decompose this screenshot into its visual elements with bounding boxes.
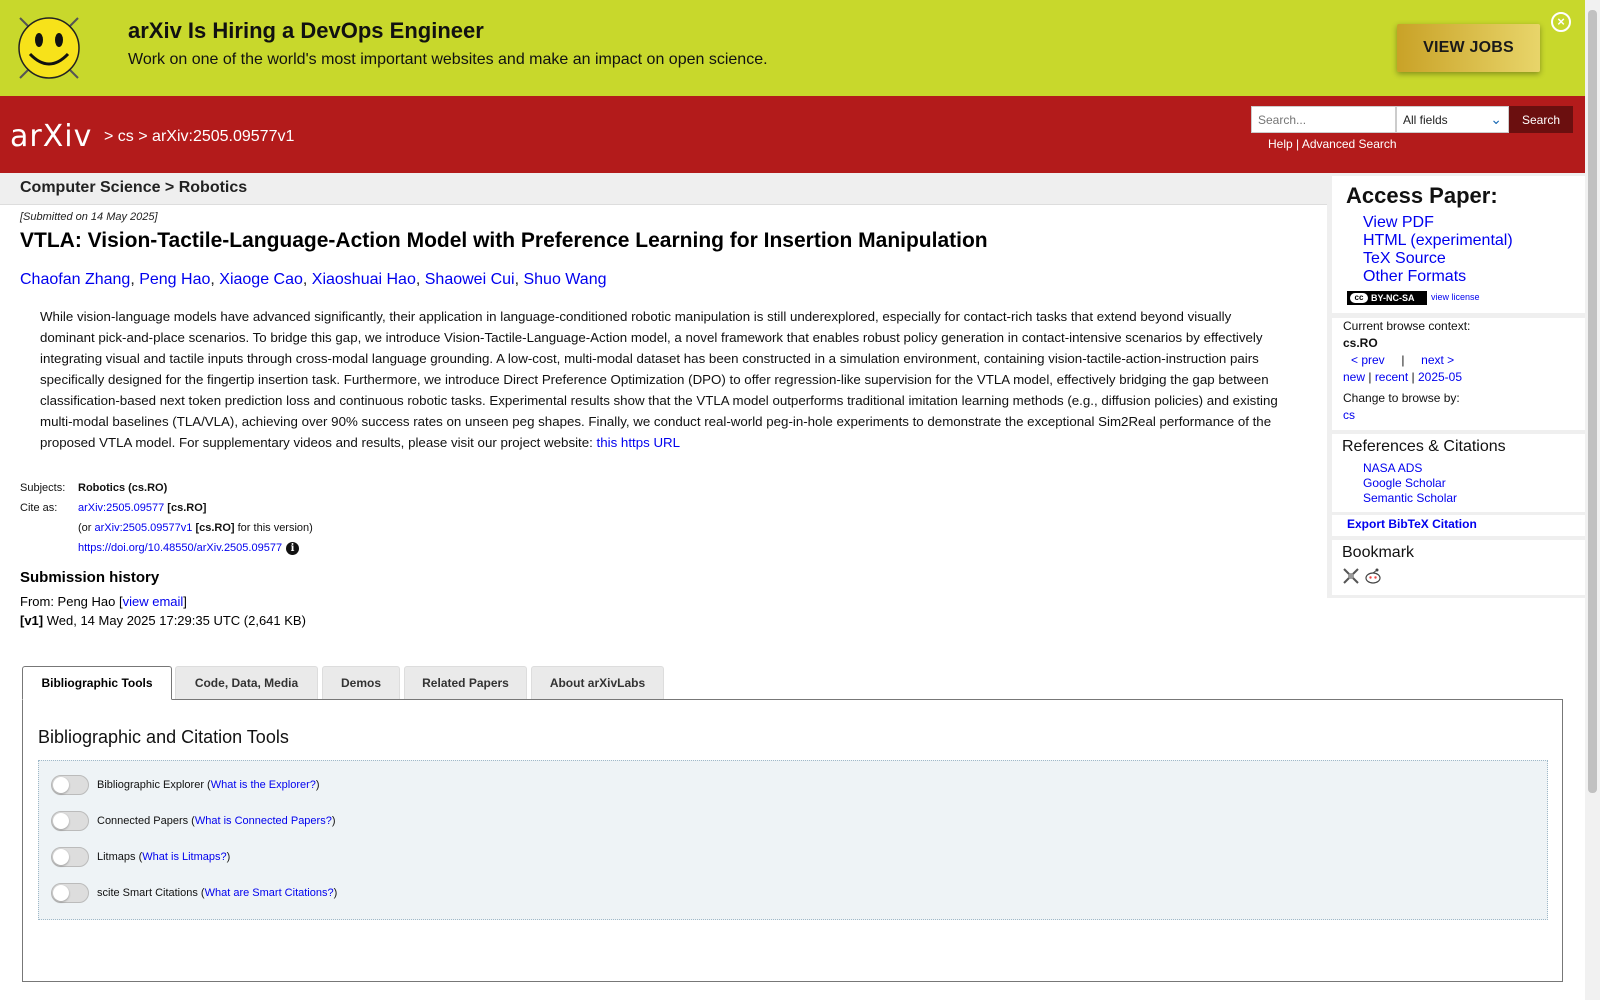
tool-row-scite: scite Smart Citations (What are Smart Ci… — [51, 883, 337, 903]
what-is-litmaps-link[interactable]: What is Litmaps? — [142, 851, 226, 863]
semantic-scholar-link[interactable]: Semantic Scholar — [1363, 491, 1457, 506]
help-link[interactable]: Help — [1268, 137, 1293, 151]
toggle-switch[interactable] — [51, 775, 89, 795]
submission-from: From: Peng Hao [view email] — [20, 594, 187, 609]
tab-demos[interactable]: Demos — [322, 666, 400, 699]
arxiv-logo[interactable]: arXiv — [10, 118, 100, 156]
banner-subtitle: Work on one of the world's most importan… — [128, 51, 768, 68]
references-links: NASA ADS Google Scholar Semantic Scholar — [1363, 461, 1457, 506]
submission-history-heading: Submission history — [20, 569, 160, 586]
panel-title: Bibliographic and Citation Tools — [38, 727, 289, 747]
tab-about-arxivlabs[interactable]: About arXivLabs — [531, 666, 664, 699]
tex-source-link[interactable]: TeX Source — [1363, 250, 1513, 268]
view-email-link[interactable]: view email — [123, 594, 184, 609]
tab-code-data-media[interactable]: Code, Data, Media — [175, 666, 318, 699]
references-heading: References & Citations — [1342, 438, 1506, 455]
reddit-icon[interactable] — [1364, 567, 1382, 585]
month-link[interactable]: 2025-05 — [1418, 370, 1462, 384]
browse-cs-link[interactable]: cs — [1343, 408, 1355, 422]
google-scholar-link[interactable]: Google Scholar — [1363, 476, 1457, 491]
search-field-select[interactable]: All fields ⌄ — [1396, 106, 1509, 133]
access-paper-heading: Access Paper: — [1346, 183, 1498, 208]
toggle-switch[interactable] — [51, 883, 89, 903]
subjects-value: Robotics (cs.RO) — [78, 482, 168, 494]
view-license-link[interactable]: view license — [1431, 292, 1480, 302]
advanced-search-link[interactable]: Advanced Search — [1302, 137, 1397, 151]
tool-row-explorer: Bibliographic Explorer (What is the Expl… — [51, 775, 320, 795]
version-entry: [v1] Wed, 14 May 2025 17:29:35 UTC (2,64… — [20, 613, 306, 628]
paper-title: VTLA: Vision-Tactile-Language-Action Mod… — [20, 229, 988, 252]
cite-version-link[interactable]: arXiv:2505.09577v1 — [95, 522, 193, 534]
info-icon[interactable]: i — [286, 542, 300, 555]
view-jobs-button[interactable]: VIEW JOBS — [1397, 24, 1540, 72]
tab-related-papers[interactable]: Related Papers — [404, 666, 527, 699]
prev-link[interactable]: < prev — [1351, 353, 1385, 367]
what-is-connected-papers-link[interactable]: What is Connected Papers? — [195, 815, 332, 827]
toggle-switch[interactable] — [51, 811, 89, 831]
export-bibtex-link[interactable]: Export BibTeX Citation — [1347, 517, 1477, 531]
banner-title: arXiv Is Hiring a DevOps Engineer — [128, 18, 484, 43]
author-link[interactable]: Chaofan Zhang — [20, 271, 130, 288]
browse-context-value: cs.RO — [1343, 336, 1378, 350]
project-url-link[interactable]: this https URL — [597, 435, 681, 450]
what-are-smart-citations-link[interactable]: What are Smart Citations? — [205, 887, 334, 899]
smiley-icon — [18, 17, 80, 79]
hiring-banner — [0, 0, 1585, 96]
search-help-links: Help | Advanced Search — [1268, 137, 1397, 151]
access-links: View PDF HTML (experimental) TeX Source … — [1363, 214, 1513, 286]
doi-link[interactable]: https://doi.org/10.48550/arXiv.2505.0957… — [78, 542, 282, 554]
new-link[interactable]: new — [1343, 370, 1365, 384]
category-heading: Computer Science > Robotics — [20, 179, 248, 196]
recent-link[interactable]: recent — [1375, 370, 1408, 384]
author-link[interactable]: Xiaoshuai Hao — [312, 271, 416, 288]
cite-link[interactable]: arXiv:2505.09577 — [78, 502, 164, 514]
author-list: Chaofan Zhang, Peng Hao, Xiaoge Cao, Xia… — [20, 271, 607, 288]
bookmark-icons — [1342, 567, 1382, 589]
abstract: While vision-language models have advanc… — [40, 309, 1278, 450]
author-link[interactable]: Shuo Wang — [523, 271, 606, 288]
cc-icon: cc — [1350, 293, 1368, 303]
breadcrumb: > cs > arXiv:2505.09577v1 — [104, 128, 295, 145]
breadcrumb-paper-id: arXiv:2505.09577v1 — [152, 128, 295, 145]
tool-row-litmaps: Litmaps (What is Litmaps?) — [51, 847, 230, 867]
html-link[interactable]: HTML (experimental) — [1363, 232, 1513, 250]
svg-text:arXiv: arXiv — [10, 119, 92, 154]
other-formats-link[interactable]: Other Formats — [1363, 268, 1513, 286]
close-icon[interactable]: × — [1551, 12, 1571, 32]
breadcrumb-cs[interactable]: cs — [118, 128, 134, 145]
bibsonomy-icon[interactable] — [1342, 567, 1360, 585]
bookmark-heading: Bookmark — [1342, 544, 1415, 561]
tab-bibliographic-tools[interactable]: Bibliographic Tools — [22, 666, 172, 700]
toggle-switch[interactable] — [51, 847, 89, 867]
search-input[interactable] — [1251, 106, 1396, 133]
submission-date: [Submitted on 14 May 2025] — [20, 211, 158, 223]
chevron-down-icon: ⌄ — [1490, 111, 1502, 127]
view-pdf-link[interactable]: View PDF — [1363, 214, 1513, 232]
scrollbar-thumb[interactable] — [1588, 10, 1597, 793]
paper-metadata: Subjects: Robotics (cs.RO) Cite as: arXiv:… — [20, 482, 313, 555]
cc-license-badge[interactable]: cc BY-NC-SA — [1347, 291, 1427, 305]
author-link[interactable]: Xiaoge Cao — [219, 271, 303, 288]
browse-context: Current browse context: cs.RO < prev | n… — [1343, 319, 1471, 422]
next-link[interactable]: next > — [1421, 353, 1454, 367]
author-link[interactable]: Peng Hao — [139, 271, 210, 288]
nasa-ads-link[interactable]: NASA ADS — [1363, 461, 1457, 476]
search-button[interactable]: Search — [1509, 106, 1573, 133]
tool-row-connected-papers: Connected Papers (What is Connected Pape… — [51, 811, 336, 831]
what-is-explorer-link[interactable]: What is the Explorer? — [211, 779, 316, 791]
author-link[interactable]: Shaowei Cui — [425, 271, 515, 288]
